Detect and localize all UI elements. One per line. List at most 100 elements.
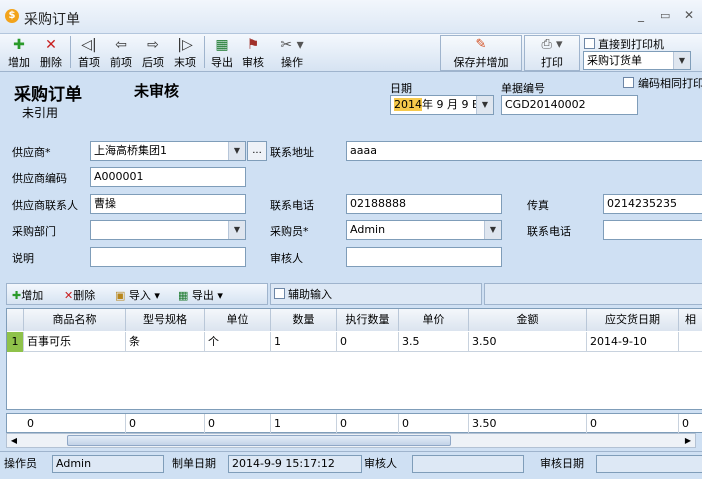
phone-label: 联系电话 — [270, 199, 314, 212]
table-cell[interactable]: 百事可乐 — [24, 332, 126, 352]
column-header[interactable]: 商品名称 — [24, 309, 126, 331]
column-header[interactable]: 金额 — [469, 309, 587, 331]
add-button[interactable]: ✚ 增加 — [4, 36, 34, 70]
print-template-select[interactable]: 采购订货单 ▼ — [583, 51, 691, 70]
spreadsheet-icon: ▦ — [215, 37, 229, 53]
supplier-code-field[interactable]: A000001 — [90, 167, 246, 187]
buyer-label: 采购员* — [270, 225, 309, 238]
printer-icon: ⎙ ▾ — [541, 37, 563, 52]
toolbar-separator — [70, 36, 71, 68]
total-cell: 1 — [271, 414, 337, 434]
grid-toolbar-rest — [484, 283, 702, 305]
minimize-button[interactable]: _ — [638, 8, 644, 22]
status-auditor-field — [412, 455, 524, 473]
last-button[interactable]: |▷ 末项 — [170, 36, 200, 70]
total-cell: 0 — [337, 414, 399, 434]
fax-field[interactable]: 0214235235 — [603, 194, 702, 214]
arrow-right-icon: ⇨ — [147, 37, 159, 53]
supplier-browse-button[interactable]: ... — [247, 141, 267, 161]
spreadsheet-icon: ▦ — [178, 289, 189, 302]
row-index: 1 — [7, 332, 24, 352]
column-header[interactable]: 型号规格 — [126, 309, 205, 331]
total-cell: 0 — [205, 414, 271, 434]
created-field: 2014-9-9 15:17:12 — [228, 455, 362, 473]
row-header-corner — [7, 309, 24, 331]
assist-label: 辅助输入 — [288, 288, 332, 301]
chevron-down-icon: ▼ — [673, 52, 690, 69]
table-cell[interactable]: 0 — [337, 332, 399, 352]
print-direct-label: 直接到打印机 — [598, 38, 664, 51]
scroll-thumb[interactable] — [67, 435, 451, 446]
export-button[interactable]: ▦ 导出 — [207, 36, 237, 70]
dept-label: 采购部门 — [12, 225, 56, 238]
app-icon: $ — [5, 9, 19, 23]
total-cell: 0 — [587, 414, 679, 434]
auditor-field[interactable] — [346, 247, 502, 267]
contact-label: 供应商联系人 — [12, 199, 78, 212]
close-button[interactable]: ✕ — [684, 8, 694, 22]
grid-import-button[interactable]: ▣ 导入 ▾ — [115, 287, 160, 303]
column-header[interactable]: 数量 — [271, 309, 337, 331]
column-header[interactable]: 应交货日期 — [587, 309, 679, 331]
column-header[interactable]: 相 — [679, 309, 702, 331]
address-label: 联系地址 — [270, 146, 314, 159]
supplier-code-label: 供应商编码 — [12, 172, 67, 185]
scroll-right-icon[interactable]: ▶ — [681, 434, 695, 447]
operate-button[interactable]: ✂ ▾ 操作 — [272, 36, 312, 70]
date-label: 日期 — [390, 82, 412, 95]
assist-checkbox[interactable] — [274, 288, 285, 299]
table-cell[interactable]: 2014-9-10 — [587, 332, 679, 352]
prev-button[interactable]: ⇦ 前项 — [106, 36, 136, 70]
table-cell[interactable]: 个 — [205, 332, 271, 352]
column-header[interactable]: 单价 — [399, 309, 469, 331]
buyer-select[interactable]: Admin ▼ — [346, 220, 502, 240]
column-header[interactable]: 单位 — [205, 309, 271, 331]
delete-button[interactable]: ✕ 删除 — [36, 36, 66, 70]
chevron-down-icon: ▼ — [228, 221, 245, 239]
arrow-left-icon: ⇦ — [115, 37, 127, 53]
chevron-down-icon: ▼ — [228, 142, 245, 160]
table-cell[interactable]: 3.50 — [469, 332, 587, 352]
total-cell: 3.50 — [469, 414, 587, 434]
audit-button[interactable]: ⚑ 审核 — [238, 36, 268, 70]
supplier-label: 供应商* — [12, 146, 51, 159]
phone-field[interactable]: 02188888 — [346, 194, 502, 214]
maximize-button[interactable]: ▭ — [660, 9, 670, 22]
items-grid: 商品名称 型号规格 单位 数量 执行数量 单价 金额 应交货日期 相 1 百事可… — [6, 308, 702, 410]
date-picker[interactable]: 2014年 9 月 9 E ▼ — [390, 95, 494, 115]
table-cell[interactable]: 3.5 — [399, 332, 469, 352]
reference-status: 未引用 — [22, 106, 59, 120]
docno-field[interactable]: CGD20140002 — [501, 95, 638, 115]
same-print-checkbox[interactable] — [623, 77, 634, 88]
grid-export-button[interactable]: ▦ 导出 ▾ — [178, 287, 223, 303]
table-cell[interactable]: 条 — [126, 332, 205, 352]
box-icon: ▣ — [115, 289, 126, 302]
operator-label: 操作员 — [4, 457, 37, 470]
audit-date-label: 审核日期 — [540, 457, 584, 470]
print-direct-checkbox[interactable] — [584, 38, 595, 49]
dept-select[interactable]: ▼ — [90, 220, 246, 240]
total-cell: 0 — [24, 414, 126, 434]
first-button[interactable]: ◁| 首项 — [74, 36, 104, 70]
supplier-select[interactable]: 上海高桥集团1 ▼ — [90, 141, 246, 161]
toolbar-separator — [204, 36, 205, 68]
save-add-button[interactable]: ✎ 保存并增加 — [440, 35, 522, 71]
chevron-down-icon: ▼ — [476, 96, 493, 114]
docno-label: 单据编号 — [501, 82, 545, 95]
print-button[interactable]: ⎙ ▾ 打印 — [524, 35, 580, 71]
note-field[interactable] — [90, 247, 246, 267]
scroll-left-icon[interactable]: ◀ — [7, 434, 21, 447]
column-header[interactable]: 执行数量 — [337, 309, 399, 331]
buyer-phone-field[interactable] — [603, 220, 702, 240]
total-cell: 0 — [679, 414, 702, 434]
table-cell[interactable]: 1 — [271, 332, 337, 352]
grid-delete-button[interactable]: ✕删除 — [64, 287, 95, 303]
horizontal-scrollbar[interactable]: ◀ ▶ — [6, 433, 696, 448]
address-field[interactable]: aaaa — [346, 141, 702, 161]
table-cell[interactable] — [679, 332, 702, 352]
table-row[interactable]: 1 百事可乐 条 个 1 0 3.5 3.50 2014-9-10 — [7, 332, 702, 352]
contact-field[interactable]: 曹操 — [90, 194, 246, 214]
page-title: 采购订单 — [14, 85, 82, 105]
grid-add-button[interactable]: ✚增加 — [12, 287, 43, 303]
next-button[interactable]: ⇨ 后项 — [138, 36, 168, 70]
